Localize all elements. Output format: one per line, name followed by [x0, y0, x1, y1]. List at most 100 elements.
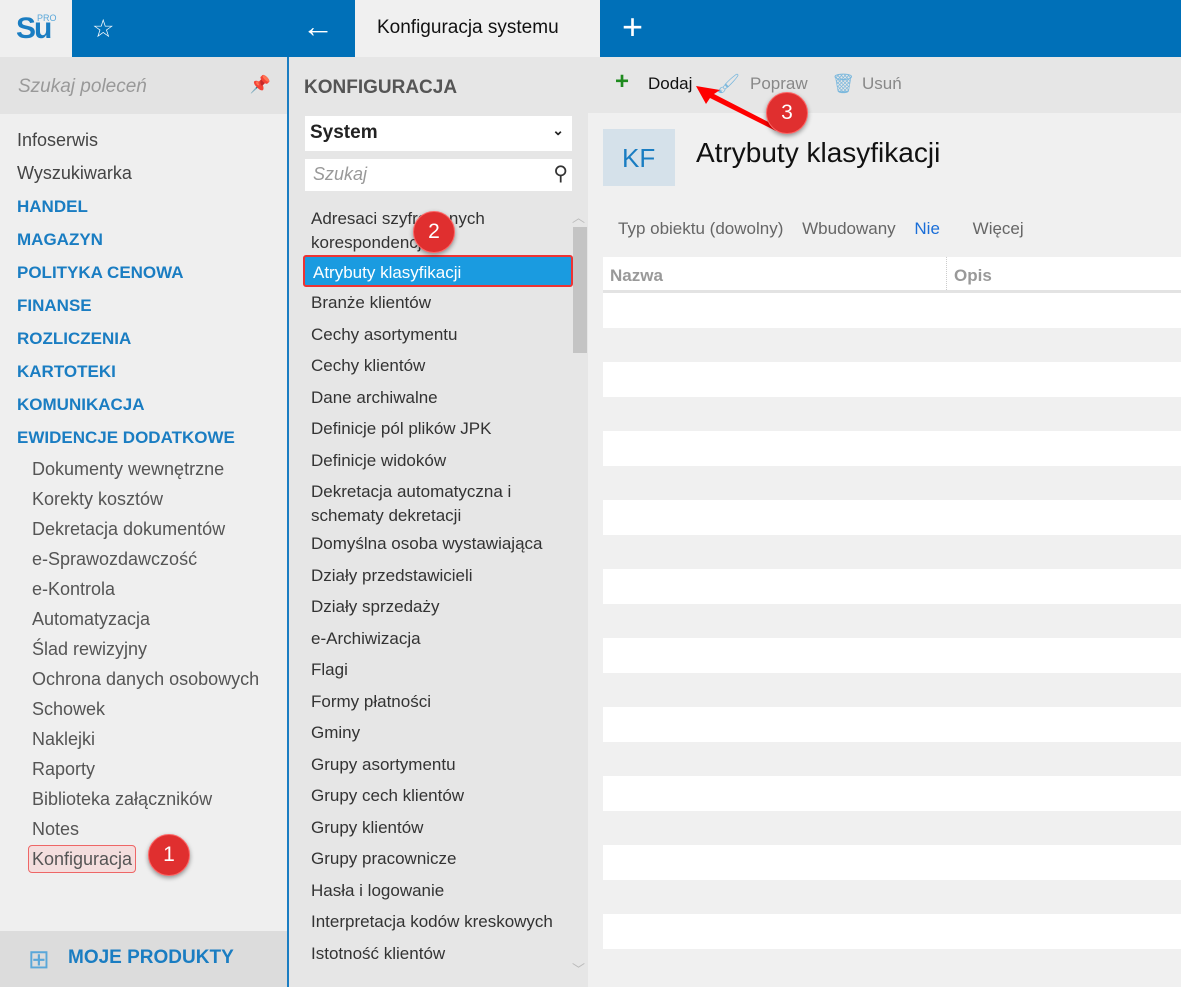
sidebar-item[interactable]: Biblioteka załączników [0, 784, 287, 814]
sidebar-item[interactable]: Dokumenty wewnętrzne [0, 454, 287, 484]
scrollbar[interactable]: ︿ ﹀ [570, 207, 588, 977]
sidebar-item-label: Dekretacja dokumentów [32, 519, 226, 539]
sidebar-item[interactable]: KOMUNIKACJA [0, 388, 287, 421]
sidebar-item[interactable]: HANDEL [0, 190, 287, 223]
sidebar-item-label: HANDEL [17, 197, 88, 216]
config-list-item[interactable]: Cechy klientów [303, 350, 573, 382]
config-search-input[interactable]: Szukaj ⚲ [305, 159, 572, 191]
builtin-filter[interactable]: Wbudowany Nie [802, 219, 954, 238]
config-list-item[interactable]: Flagi [303, 654, 573, 686]
config-list-item[interactable]: Domyślna osoba wystawiająca [303, 528, 573, 560]
table-row[interactable] [603, 845, 1181, 880]
table-row[interactable] [603, 811, 1181, 846]
config-list-item[interactable]: Hasła i logowanie [303, 875, 573, 907]
sidebar-item[interactable]: ROZLICZENIA [0, 322, 287, 355]
table-row[interactable] [603, 397, 1181, 432]
sidebar-item-label: Konfiguracja [28, 845, 137, 873]
table-row[interactable] [603, 328, 1181, 363]
category-select[interactable]: System ⌄ [305, 116, 572, 151]
column-opis[interactable]: Opis [946, 257, 992, 290]
table-row[interactable] [603, 638, 1181, 673]
sidebar-item-label: Infoserwis [17, 130, 99, 150]
add-button[interactable]: Dodaj [648, 74, 692, 94]
products-grid-icon: ⊞ [28, 944, 50, 974]
table-row[interactable] [603, 293, 1181, 328]
config-list-item[interactable]: Definicje widoków [303, 445, 573, 477]
table-row[interactable] [603, 776, 1181, 811]
sidebar-item[interactable]: Wyszukiwarka [0, 157, 287, 190]
table-row[interactable] [603, 362, 1181, 397]
table-row[interactable] [603, 707, 1181, 742]
table-row[interactable] [603, 431, 1181, 466]
sidebar-item[interactable]: KARTOTEKI [0, 355, 287, 388]
pin-icon[interactable]: 📌 [250, 75, 271, 95]
sidebar-item[interactable]: MAGAZYN [0, 223, 287, 256]
sidebar-item-label: Ochrona danych osobowych [32, 669, 260, 689]
object-type-filter[interactable]: Typ obiektu (dowolny) [618, 219, 783, 238]
table-row[interactable] [603, 673, 1181, 708]
config-list-item[interactable]: Interpretacja kodów kreskowych [303, 906, 573, 938]
sidebar-item[interactable]: Schowek [0, 694, 287, 724]
config-list-item[interactable]: Grupy pracownicze [303, 843, 573, 875]
back-arrow-icon[interactable]: ← [302, 8, 334, 45]
config-list-item[interactable]: Działy sprzedaży [303, 591, 573, 623]
config-list: Adresaci szyfrowanych korespondencji Atry… [303, 203, 573, 969]
column-nazwa[interactable]: Nazwa [610, 266, 663, 286]
table-row[interactable] [603, 466, 1181, 501]
sidebar-item[interactable]: Notes [0, 814, 287, 844]
sidebar-item[interactable]: POLITYKA CENOWA [0, 256, 287, 289]
table-row[interactable] [603, 742, 1181, 777]
sidebar-item[interactable]: Naklejki [0, 724, 287, 754]
more-filters[interactable]: Więcej [973, 219, 1024, 238]
config-list-item[interactable]: Istotność klientów [303, 938, 573, 970]
table-row[interactable] [603, 500, 1181, 535]
config-list-item[interactable]: Grupy cech klientów [303, 780, 573, 812]
search-icon[interactable]: ⚲ [553, 161, 568, 186]
config-panel: KONFIGURACJA System ⌄ Szukaj ⚲ Adresaci sz… [287, 57, 588, 987]
sidebar-item[interactable]: Automatyzacja [0, 604, 287, 634]
sidebar-item[interactable]: EWIDENCJE DODATKOWE [0, 421, 287, 454]
config-list-item[interactable]: Atrybuty klasyfikacji [303, 255, 573, 287]
sidebar-item[interactable]: Ślad rewizyjny [0, 634, 287, 664]
config-list-item[interactable]: Formy płatności [303, 686, 573, 718]
top-bar: Su PRO ☆ ← Konfiguracja systemu + [0, 0, 1181, 57]
tab-konfiguracja-systemu[interactable]: Konfiguracja systemu [355, 0, 600, 57]
sidebar-item[interactable]: Konfiguracja [0, 844, 287, 874]
config-list-item[interactable]: Cechy asortymentu [303, 319, 573, 351]
config-list-item[interactable]: Dane archiwalne [303, 382, 573, 414]
toolbar: + Dodaj 🖌 Popraw 🗑 Usuń [588, 57, 1181, 113]
config-list-item[interactable]: Grupy klientów [303, 812, 573, 844]
sidebar-item[interactable]: Infoserwis [0, 124, 287, 157]
config-list-item[interactable]: Działy przedstawicieli [303, 560, 573, 592]
sidebar-item[interactable]: Raporty [0, 754, 287, 784]
delete-button[interactable]: Usuń [862, 74, 902, 94]
config-list-item[interactable]: e-Archiwizacja [303, 623, 573, 655]
my-products-button[interactable]: ⊞ MOJE PRODUKTY [0, 931, 287, 987]
sidebar-item[interactable]: Ochrona danych osobowych [0, 664, 287, 694]
table-row[interactable] [603, 604, 1181, 639]
table-row[interactable] [603, 535, 1181, 570]
sidebar-item-label: e-Sprawozdawczość [32, 549, 198, 569]
config-list-item[interactable]: Definicje pól plików JPK [303, 413, 573, 445]
scroll-up-icon[interactable]: ︿ [572, 207, 585, 226]
config-list-item[interactable]: Dekretacja automatyczna i schematy dekre… [303, 476, 573, 528]
sidebar-item[interactable]: e-Sprawozdawczość [0, 544, 287, 574]
table-row[interactable] [603, 569, 1181, 604]
sidebar-item[interactable]: Dekretacja dokumentów [0, 514, 287, 544]
config-list-item[interactable]: Branże klientów [303, 287, 573, 319]
table-header: Nazwa Opis [603, 257, 1181, 293]
table-row[interactable] [603, 880, 1181, 915]
config-list-item[interactable]: Grupy asortymentu [303, 749, 573, 781]
sidebar-item[interactable]: Korekty kosztów [0, 484, 287, 514]
scroll-thumb[interactable] [573, 227, 587, 353]
scroll-down-icon[interactable]: ﹀ [572, 959, 585, 978]
app-logo[interactable]: Su PRO [0, 0, 72, 57]
table-row[interactable] [603, 914, 1181, 949]
new-tab-plus-icon[interactable]: + [622, 6, 643, 48]
favorites-star-icon[interactable]: ☆ [92, 14, 114, 44]
config-list-item[interactable]: Gminy [303, 717, 573, 749]
sidebar-item-label: e-Kontrola [32, 579, 116, 599]
sidebar-item[interactable]: FINANSE [0, 289, 287, 322]
command-search-input[interactable]: Szukaj poleceń 📌 [0, 57, 287, 114]
sidebar-item[interactable]: e-Kontrola [0, 574, 287, 604]
